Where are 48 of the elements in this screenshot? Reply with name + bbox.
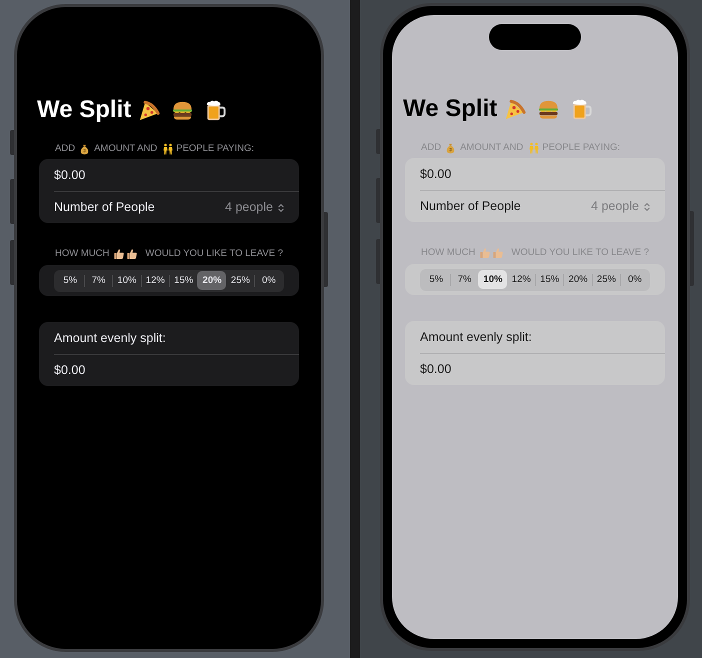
people-icon [162,143,174,155]
tip-segment[interactable]: 15% [535,270,564,289]
thumbs-up-icon [492,247,504,259]
result-label: Amount evenly split: [54,330,166,347]
app-title: We Split [37,96,132,124]
app-title: We Split [403,95,498,123]
chevrons-up-down-icon [642,202,652,212]
tip-segment[interactable]: 20% [197,271,226,290]
split-amount: $0.00 [54,362,86,380]
result-label: Amount evenly split: [420,328,532,346]
section-header: WOULD YOU LIKE TO LEAVE ? [145,248,283,260]
split-amount: $0.00 [420,361,452,378]
tip-segment[interactable]: 12% [506,270,535,289]
chevrons-up-down-icon [276,202,286,212]
tip-segment[interactable]: 25% [592,270,620,289]
thumbs-up-icon [479,247,492,259]
tip-segment[interactable]: 25% [226,271,254,290]
section-header: PEOPLE PAYING: [176,143,254,155]
amount-field[interactable]: $0.00 [420,158,665,190]
money-bag-icon [79,144,90,154]
people-icon [528,142,540,154]
side-button[interactable] [10,179,14,224]
side-button[interactable] [10,240,14,285]
section-header: AMOUNT AND [94,143,158,155]
tip-segment[interactable]: 5% [422,270,450,289]
tip-segment[interactable]: 5% [56,271,84,290]
tip-segment[interactable]: 20% [563,270,592,289]
money-bag-icon [445,142,456,154]
tip-segment[interactable]: 0% [620,270,648,289]
tip-segment[interactable]: 7% [84,271,112,290]
side-button[interactable] [324,212,328,287]
tip-segment[interactable]: 12% [140,271,169,290]
tip-segment[interactable]: 10% [112,271,141,290]
thumbs-up-icon [126,248,138,260]
beer-mug-icon [204,98,228,122]
tip-segment[interactable]: 10% [478,270,507,289]
section-header: ADD [55,143,76,155]
beer-mug-icon [570,98,594,120]
amount-field[interactable]: $0.00 [54,159,299,191]
thumbs-up-icon [113,248,126,260]
pizza-slice-icon [137,98,160,122]
picker-label: Number of People [420,198,521,216]
side-button[interactable] [10,130,14,155]
people-picker[interactable]: 4 people [225,198,286,217]
section-header: HOW MUCH [55,248,110,260]
picker-label: Number of People [54,199,155,216]
tip-segment[interactable]: 0% [254,271,282,290]
pizza-slice-icon [503,98,526,120]
